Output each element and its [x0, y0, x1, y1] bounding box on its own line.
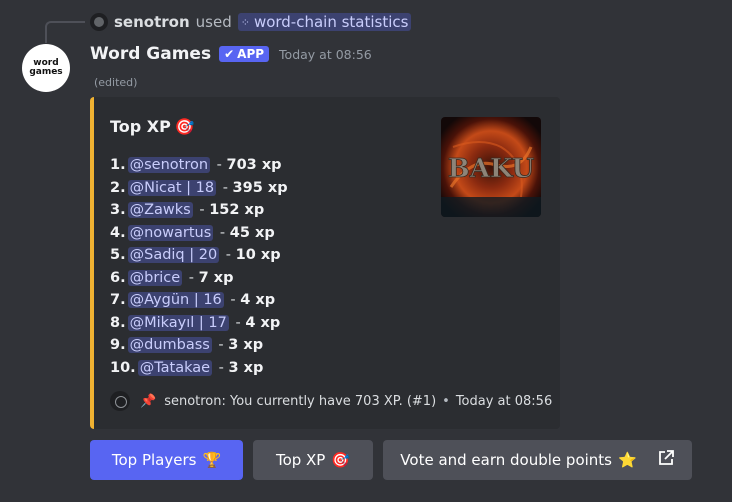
top-xp-button[interactable]: Top XP 🎯: [253, 440, 373, 480]
row-separator: -: [221, 247, 236, 264]
top-xp-label: Top XP: [275, 451, 326, 469]
leaderboard-row: 7. @Aygün | 16 - 4 xp: [110, 289, 288, 312]
leaderboard-rank: 7.: [110, 292, 126, 309]
vote-label: Vote and earn double points: [400, 451, 612, 469]
xp-value: 3 xp: [228, 359, 264, 376]
leaderboard-rank: 6.: [110, 269, 126, 286]
message-timestamp[interactable]: Today at 08:56: [279, 47, 372, 62]
message-header: Word Games ✔ APP Today at 08:56: [90, 42, 372, 66]
xp-value: 703 xp: [226, 157, 282, 174]
bot-name[interactable]: Word Games: [90, 44, 211, 64]
row-separator: -: [212, 157, 227, 174]
check-icon: ✔: [224, 47, 235, 61]
xp-value: 7 xp: [198, 269, 234, 286]
command-name: word-chain statistics: [253, 13, 409, 31]
footer-separator: •: [442, 393, 450, 409]
row-separator: -: [194, 202, 210, 219]
leaderboard-rank: 10.: [110, 359, 136, 376]
user-mention[interactable]: @brice: [127, 269, 183, 286]
embed-card: Top XP 🎯 BAKU 1. @senotron - 703 xp 2. @Nic…: [90, 97, 560, 429]
row-separator: -: [213, 337, 229, 354]
embed-thumbnail[interactable]: BAKU: [441, 117, 541, 217]
leaderboard-row: 8. @Mikayıl | 17 - 4 xp: [110, 312, 288, 335]
leaderboard-rank: 8.: [110, 314, 126, 331]
row-separator: -: [215, 224, 230, 241]
top-players-label: Top Players: [111, 451, 197, 469]
leaderboard-rank: 5.: [110, 247, 126, 264]
top-players-button[interactable]: Top Players 🏆: [90, 440, 243, 480]
vote-button[interactable]: Vote and earn double points ⭐: [383, 440, 692, 480]
row-separator: -: [218, 179, 233, 196]
thumbnail-text: BAKU: [448, 154, 535, 184]
footer-avatar-icon: [110, 391, 130, 411]
xp-value: 3 xp: [228, 337, 264, 354]
app-badge: ✔ APP: [219, 46, 270, 62]
bot-avatar[interactable]: word games: [22, 44, 70, 92]
reply-connector: [45, 21, 85, 43]
user-mention[interactable]: @Nicat | 18: [127, 179, 217, 196]
xp-value: 4 xp: [240, 292, 276, 309]
slash-command-icon: ⁘: [240, 15, 250, 29]
user-mention[interactable]: @dumbass: [127, 337, 212, 354]
pushpin-icon: 📌: [140, 393, 157, 409]
embed-title-text: Top XP: [110, 117, 171, 136]
leaderboard-row: 6. @brice - 7 xp: [110, 267, 288, 290]
leaderboard-row: 9. @dumbass - 3 xp: [110, 334, 288, 357]
leaderboard-row: 1. @senotron - 703 xp: [110, 154, 288, 177]
user-mini-avatar[interactable]: [90, 13, 108, 31]
star-icon: ⭐: [618, 451, 637, 469]
xp-value: 4 xp: [245, 314, 281, 331]
command-context: senotron used ⁘ word-chain statistics: [90, 11, 412, 33]
user-mention[interactable]: @nowartus: [127, 224, 214, 241]
external-link-icon: [657, 449, 675, 471]
leaderboard-row: 3. @Zawks - 152 xp: [110, 199, 288, 222]
leaderboard-rank: 2.: [110, 179, 126, 196]
user-mention[interactable]: @Tatakae: [137, 359, 213, 376]
leaderboard-row: 2. @Nicat | 18 - 395 xp: [110, 177, 288, 200]
user-mention[interactable]: @Sadiq | 20: [127, 247, 220, 264]
trophy-icon: 🏆: [202, 451, 222, 469]
row-separator: -: [184, 269, 199, 286]
xp-value: 45 xp: [229, 224, 275, 241]
row-separator: -: [225, 292, 241, 309]
leaderboard-row: 4. @nowartus - 45 xp: [110, 222, 288, 245]
leaderboard-row: 10. @Tatakae - 3 xp: [110, 357, 288, 380]
footer-timestamp: Today at 08:56: [455, 393, 553, 409]
target-icon: 🎯: [331, 451, 351, 469]
leaderboard-rank: 4.: [110, 224, 126, 241]
user-mention[interactable]: @Zawks: [127, 202, 193, 219]
footer-text: senotron: You currently have 703 XP. (#1…: [164, 393, 437, 409]
command-mention[interactable]: ⁘ word-chain statistics: [237, 13, 412, 31]
user-mention[interactable]: @senotron: [127, 157, 211, 174]
target-icon: 🎯: [174, 117, 195, 136]
leaderboard-list: 1. @senotron - 703 xp 2. @Nicat | 18 - 395 …: [110, 154, 288, 379]
xp-value: 10 xp: [235, 247, 281, 264]
embed-footer: 📌 senotron: You currently have 703 XP. (…: [110, 390, 552, 412]
invoking-user[interactable]: senotron: [114, 13, 190, 31]
edited-label: (edited): [94, 76, 138, 89]
xp-value: 152 xp: [209, 202, 265, 219]
leaderboard-rank: 1.: [110, 157, 126, 174]
app-badge-label: APP: [237, 47, 265, 61]
row-separator: -: [214, 359, 229, 376]
row-separator: -: [230, 314, 246, 331]
used-label: used: [195, 13, 232, 31]
leaderboard-rank: 9.: [110, 337, 126, 354]
xp-value: 395 xp: [232, 179, 288, 196]
user-mention[interactable]: @Mikayıl | 17: [127, 314, 229, 331]
embed-title: Top XP 🎯: [110, 117, 195, 136]
avatar-line-2: games: [29, 67, 63, 77]
user-mention[interactable]: @Aygün | 16: [127, 292, 224, 309]
leaderboard-rank: 3.: [110, 202, 126, 219]
leaderboard-row: 5. @Sadiq | 20 - 10 xp: [110, 244, 288, 267]
